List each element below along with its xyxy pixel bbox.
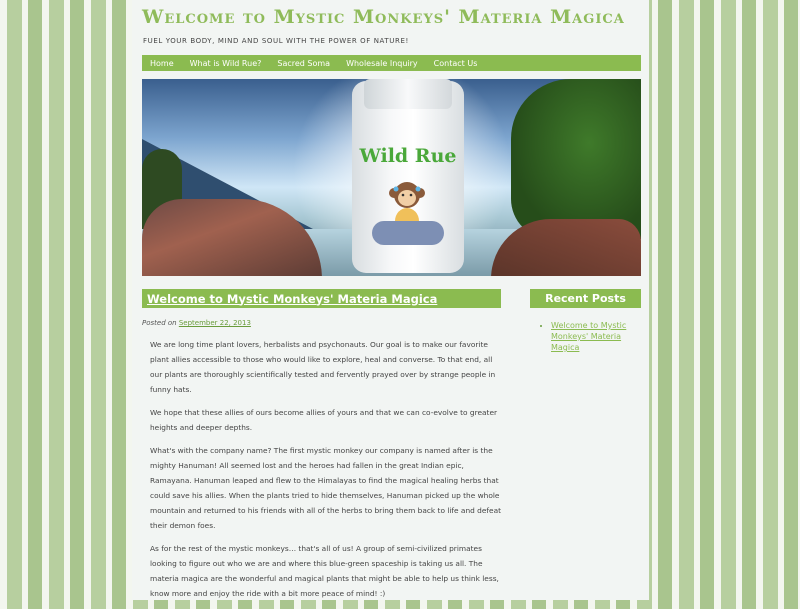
rocks-right [491,219,641,276]
post-paragraph-4: As for the rest of the mystic monkeys… t… [150,544,499,598]
recent-post-item: Welcome to Mystic Monkeys' Materia Magic… [551,320,641,353]
nav-wholesale-inquiry[interactable]: Wholesale Inquiry [338,59,426,68]
nav-sacred-soma[interactable]: Sacred Soma [269,59,338,68]
nav-what-is-wild-rue[interactable]: What is Wild Rue? [182,59,270,68]
post-date-link[interactable]: September 22, 2013 [179,319,251,327]
main-nav: Home What is Wild Rue? Sacred Soma Whole… [142,55,641,71]
header-banner-image: Wild Rue [142,79,641,276]
post-paragraph-2: We hope that these allies of ours become… [150,408,498,432]
bottle-label: Wild Rue [359,145,457,167]
cloud-seat [372,221,444,245]
site-tagline: Fuel your body, mind and soul with the p… [143,37,409,45]
post-title-link[interactable]: Welcome to Mystic Monkeys' Materia Magic… [142,292,437,306]
post-paragraph-3: What's with the company name? The first … [150,446,501,530]
recent-posts-heading: Recent Posts [530,289,641,308]
post-meta: Posted on September 22, 2013 [142,319,251,327]
nav-contact-us[interactable]: Contact Us [426,59,486,68]
page-container: Welcome to Mystic Monkeys' Materia Magic… [132,0,649,600]
post-content: We are long time plant lovers, herbalist… [150,337,502,609]
post-title-bar: Welcome to Mystic Monkeys' Materia Magic… [142,289,501,308]
nav-home[interactable]: Home [142,59,182,68]
post-paragraph-1: We are long time plant lovers, herbalist… [150,340,496,394]
recent-post-link[interactable]: Welcome to Mystic Monkeys' Materia Magic… [551,321,626,352]
bottle-cap [364,79,452,109]
tree-right [511,79,641,239]
recent-posts-list: Welcome to Mystic Monkeys' Materia Magic… [537,320,641,353]
site-title[interactable]: Welcome to Mystic Monkeys' Materia Magic… [142,6,625,28]
posted-prefix: Posted on [142,319,177,327]
